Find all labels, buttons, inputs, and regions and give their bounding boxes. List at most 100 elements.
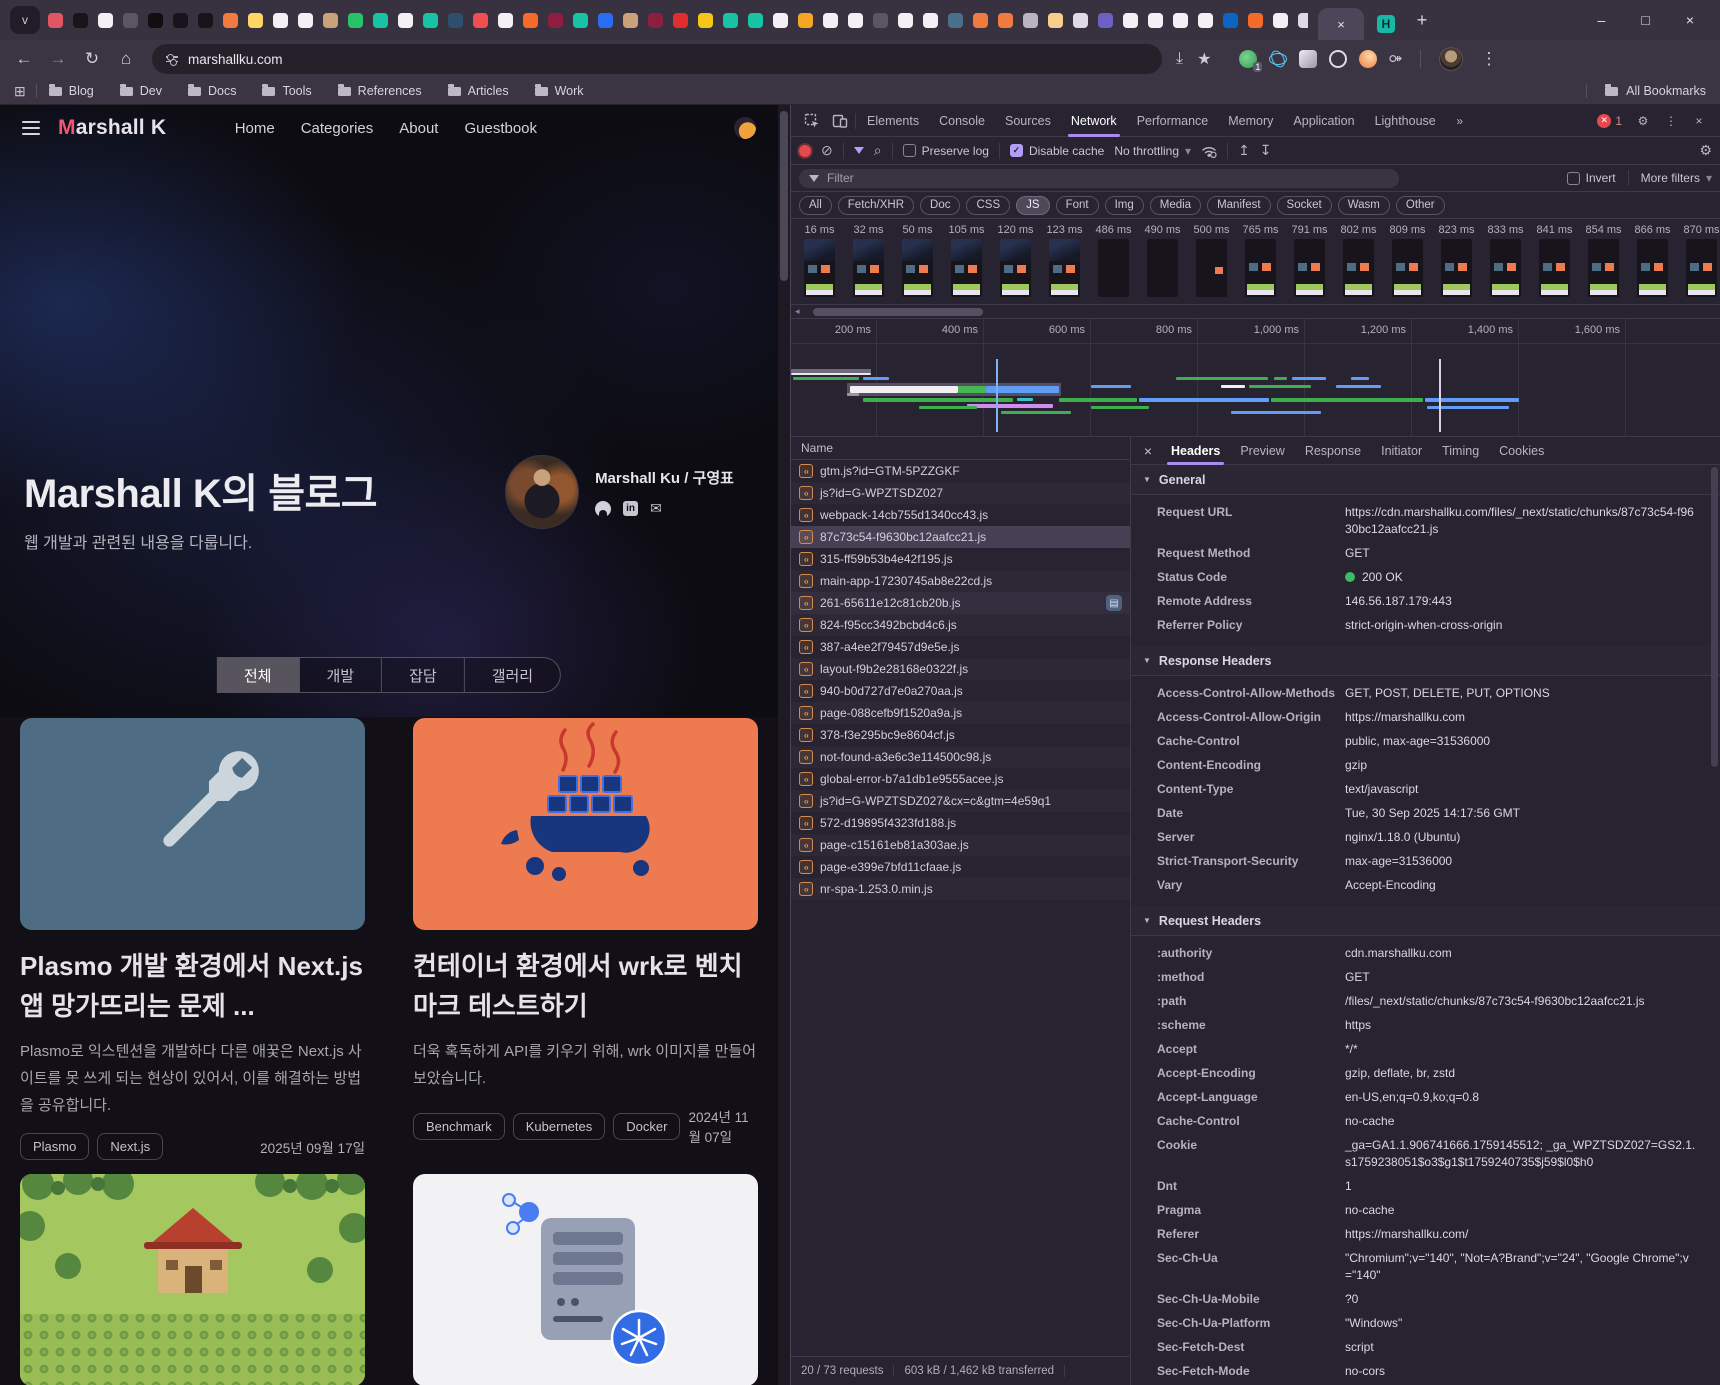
pinned-tab-favicon[interactable] [123,13,138,28]
pinned-tab-favicon[interactable] [898,13,913,28]
detail-tab[interactable]: Initiator [1371,437,1432,465]
section-header[interactable]: ▼ General [1131,465,1720,495]
post-card[interactable]: 컨테이너 환경에서 wrk로 벤치마크 테스트하기 더욱 혹독하게 API를 키… [413,718,758,1160]
frame-screenshot[interactable] [853,239,884,297]
request-row[interactable]: ‹› 315-ff59b53b4e42f195.js ▤ [791,548,1130,570]
filmstrip-frame[interactable]: 490 ms [1138,221,1187,304]
page-scrollbar[interactable] [778,105,790,1385]
pinned-tab-favicon[interactable] [823,13,838,28]
filmstrip-scrollbar[interactable]: ◂ [791,305,1720,319]
extensions-puzzle-icon[interactable]: ⚩ [1389,50,1402,68]
pinned-tab-favicon[interactable] [698,13,713,28]
frame-screenshot[interactable] [1294,239,1325,297]
clear-network-icon[interactable]: ⊘ [821,142,833,159]
active-tab[interactable]: × [1318,8,1364,40]
bookmark-folder[interactable]: Work [535,84,584,98]
request-row[interactable]: ‹› page-e399e7bfd11cfaae.js ▤ [791,856,1130,878]
bookmark-star-icon[interactable]: ★ [1197,49,1211,69]
pinned-tab-favicon[interactable] [773,13,788,28]
throttling-select[interactable]: No throttling▾ [1114,144,1191,158]
pinned-tab-favicon[interactable] [223,13,238,28]
request-type-chip[interactable]: Socket [1277,196,1332,215]
request-row[interactable]: ‹› layout-f9b2e28168e0322f.js ▤ [791,658,1130,680]
filmstrip-frame[interactable]: 123 ms [1040,221,1089,304]
tab-h[interactable]: H [1364,8,1408,40]
pinned-tab-favicon[interactable] [1198,13,1213,28]
filmstrip-frame[interactable]: 833 ms [1481,221,1530,304]
browser-menu-icon[interactable]: ⋮ [1475,45,1503,73]
device-toolbar-icon[interactable] [827,109,853,133]
pinned-tab-favicon[interactable] [473,13,488,28]
profile-avatar[interactable] [1439,47,1463,71]
detail-tab[interactable]: Preview [1230,437,1294,465]
request-type-chip[interactable]: Fetch/XHR [838,196,914,215]
frame-screenshot[interactable] [1000,239,1031,297]
new-tab-button[interactable]: + [1408,6,1436,34]
request-type-chip[interactable]: Font [1056,196,1099,215]
pinned-tab-favicon[interactable] [373,13,388,28]
mail-icon[interactable]: ✉ [650,500,662,517]
devtools-tab[interactable]: Console [930,105,994,137]
pinned-tab-favicon[interactable] [998,13,1013,28]
pinned-tab-favicon[interactable] [798,13,813,28]
tab-search-button[interactable]: v [10,6,40,34]
close-detail-icon[interactable]: × [1135,438,1161,464]
post-tag[interactable]: Kubernetes [513,1113,606,1140]
request-type-chip[interactable]: CSS [966,196,1010,215]
devtools-tab[interactable]: Application [1284,105,1363,137]
post-tag[interactable]: Docker [613,1113,680,1140]
request-row[interactable]: ‹› 387-a4ee2f79457d9e5e.js ▤ [791,636,1130,658]
pinned-tab-favicon[interactable] [498,13,513,28]
pinned-tab-favicon[interactable] [1073,13,1088,28]
back-icon[interactable]: ← [10,45,38,73]
request-type-chip[interactable]: Img [1105,196,1144,215]
bookmark-folder[interactable]: Blog [49,84,94,98]
post-thumbnail[interactable] [413,718,758,930]
apps-grid-icon[interactable]: ⊞ [14,83,26,100]
inspect-element-icon[interactable] [799,109,825,133]
request-row[interactable]: ‹› 261-65611e12c81cb20b.js ▤ [791,592,1130,614]
post-tag[interactable]: Benchmark [413,1113,505,1140]
nav-link[interactable]: Home [235,120,275,137]
pinned-tab-favicon[interactable] [448,13,463,28]
scroll-left-icon[interactable]: ◂ [795,306,800,317]
filmstrip-frame[interactable]: 823 ms [1432,221,1481,304]
home-icon[interactable]: ⌂ [112,45,140,73]
post-card[interactable] [413,1174,758,1385]
filmstrip-frame[interactable]: 809 ms [1383,221,1432,304]
pinned-tab-favicon[interactable] [573,13,588,28]
request-row[interactable]: ‹› global-error-b7a1db1e9555acee.js ▤ [791,768,1130,790]
post-thumbnail[interactable] [413,1174,758,1385]
post-tag[interactable]: Next.js [97,1133,163,1160]
pinned-tab-favicon[interactable] [298,13,313,28]
detail-tab[interactable]: Timing [1432,437,1489,465]
pinned-tab-favicon[interactable] [148,13,163,28]
filmstrip-frame[interactable]: 50 ms [893,221,942,304]
post-thumbnail[interactable] [20,1174,365,1385]
request-row[interactable]: ‹› not-found-a3e6c3e114500c98.js ▤ [791,746,1130,768]
pinned-tab-favicon[interactable] [1298,13,1308,28]
post-title[interactable]: 컨테이너 환경에서 wrk로 벤치마크 테스트하기 [413,946,758,1026]
detail-tab[interactable]: Headers [1161,437,1230,465]
detail-tab[interactable]: Response [1295,437,1371,465]
frame-screenshot[interactable] [1588,239,1619,297]
post-card[interactable] [20,1174,365,1385]
request-type-chip[interactable]: All [799,196,832,215]
request-type-chip[interactable]: Wasm [1338,196,1390,215]
invert-checkbox[interactable]: Invert [1567,171,1616,185]
pinned-tab-favicon[interactable] [273,13,288,28]
record-network-icon[interactable] [799,145,811,157]
hamburger-menu-icon[interactable] [22,121,40,135]
request-row[interactable]: ‹› 87c73c54-f9630bc12aafcc21.js ▤ [791,526,1130,548]
nav-link[interactable]: Guestbook [464,120,537,137]
devtools-tab[interactable]: Elements [858,105,928,137]
pinned-tab-favicon[interactable] [1048,13,1063,28]
pinned-tab-favicon[interactable] [1273,13,1288,28]
network-filter-input[interactable]: Filter [799,169,1399,188]
post-tag[interactable]: Plasmo [20,1133,89,1160]
url-text[interactable]: marshallku.com [188,52,283,67]
oval-extension-icon[interactable] [1329,50,1347,68]
pinned-tab-favicon[interactable] [1223,13,1238,28]
devtools-tab[interactable]: Sources [996,105,1060,137]
filmstrip-frame[interactable]: 120 ms [991,221,1040,304]
